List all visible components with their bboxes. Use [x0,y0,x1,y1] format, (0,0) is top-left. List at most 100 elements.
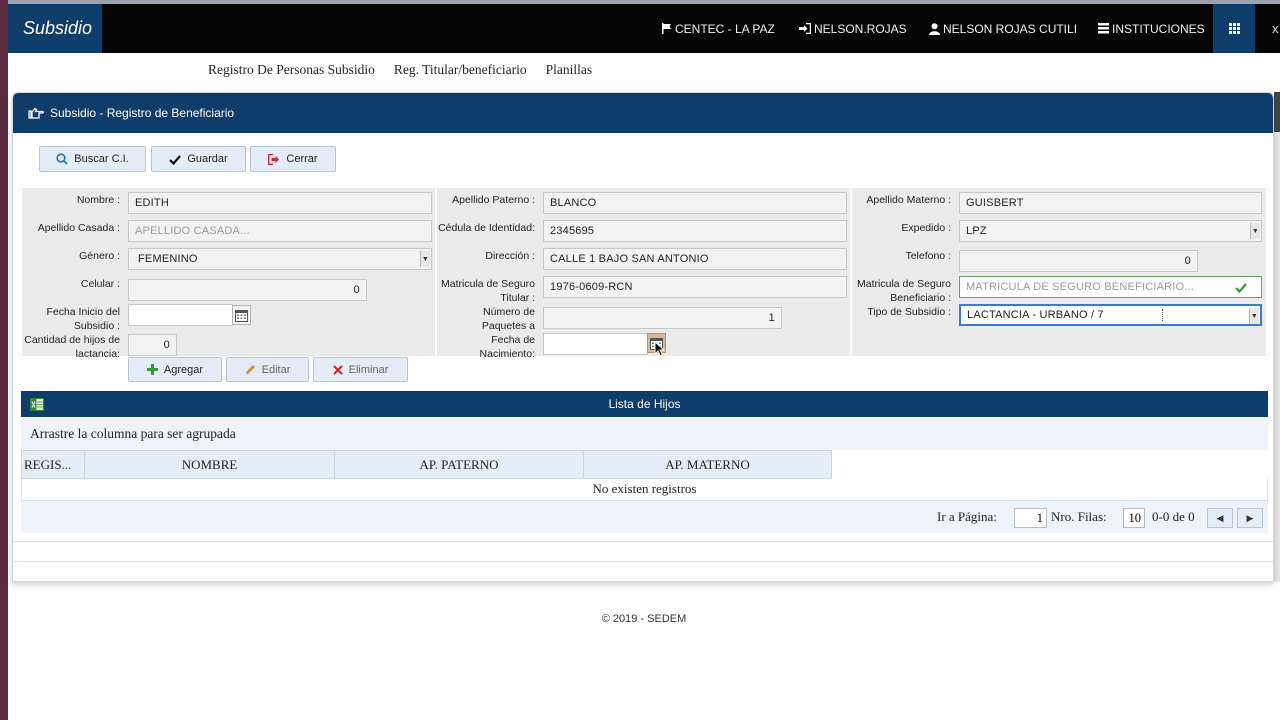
sign-in-icon [799,23,811,34]
caret-left-icon: ◀ [1216,512,1224,523]
add-child-button[interactable]: Agregar [128,357,222,382]
column-header-registro[interactable]: REGIS... [21,450,85,479]
matricula-beneficiario-field[interactable]: MATRICULA DE SEGURO BENEFICIARIO... [959,276,1262,298]
nav-fullname[interactable]: NELSON ROJAS CUTILI [929,4,1077,53]
pager-rows-label: Nro. Filas: [1051,509,1107,524]
panel-divider [13,541,1273,542]
genero-select[interactable]: FEMENINO ▼ [128,248,432,270]
matricula-beneficiario-label: Matricula de Seguro Beneficiario : [857,278,951,303]
grid-icon [1228,23,1240,34]
chevron-down-icon: ▼ [420,251,430,267]
panel-title: Subsidio - Registro de Beneficiario [50,106,235,120]
search-ci-button[interactable]: Buscar C.I. [39,146,146,172]
cantidad-hijos-label: Cantidad de hijos de lactancia: [24,334,120,360]
pager-rows-input[interactable]: 10 [1123,508,1145,528]
search-icon [56,153,68,165]
nav-location[interactable]: CENTEC - LA PAZ [662,4,775,53]
numero-paquetes-label: Número de Paquetes a [481,306,535,331]
grid-empty-message: No existen registros [592,481,697,496]
grid-header: Lista de Hijos [21,391,1268,417]
telefono-field[interactable]: 0 [959,250,1198,272]
submenu-reg-titular[interactable]: Reg. Titular/beneficiario [394,62,527,78]
pager-page-input[interactable]: 1 [1014,508,1047,528]
submenu-planillas[interactable]: Planillas [546,62,593,78]
nav-location-label: CENTEC - LA PAZ [675,21,775,36]
brand-logo[interactable]: Subsidio [8,4,102,53]
telefono-label: Telefono : [905,250,951,262]
nav-institutions[interactable]: INSTITUCIONES [1098,4,1205,53]
fecha-inicio-label: Fecha Inicio del Subsidio : [46,306,120,331]
save-label: Guardar [187,153,228,165]
nombre-field[interactable]: EDITH [128,192,432,214]
caret-right-icon: ▶ [1246,512,1254,523]
hand-point-icon [28,107,44,119]
cantidad-hijos-field[interactable]: 0 [128,334,177,356]
matricula-titular-label: Matricula de Seguro Titular : [441,278,535,303]
apellido-paterno-label: Apellido Paterno : [452,194,535,206]
pencil-icon [245,365,255,374]
sign-out-icon [268,153,280,165]
fecha-inicio-calendar-button[interactable] [232,305,251,325]
edit-child-button[interactable]: Editar [226,357,309,382]
delete-child-button[interactable]: Eliminar [313,357,408,382]
list-icon [1098,23,1109,34]
right-scrollbar[interactable] [1274,92,1280,582]
flag-icon [662,23,671,34]
top-navbar: Subsidio CENTEC - LA PAZ NELSON.ROJAS NE… [8,4,1280,53]
close-button[interactable]: Cerrar [250,146,336,172]
save-button[interactable]: Guardar [151,146,246,172]
expedido-value: LPZ [966,225,987,237]
close-label: Cerrar [286,153,318,165]
nombre-label: Nombre : [76,194,120,206]
apellido-materno-field[interactable]: GUISBERT [959,192,1262,214]
direccion-field[interactable]: CALLE 1 BAJO SAN ANTONIO [543,248,847,270]
matricula-titular-field[interactable]: 1976-0609-RCN [543,276,847,298]
chevron-down-icon: ▼ [1249,308,1259,324]
pager-prev-button[interactable]: ◀ [1207,508,1233,528]
column-header-ap-paterno[interactable]: AP. PATERNO [334,450,584,479]
cedula-label: Cédula de Identidad: [438,222,535,234]
panel-header: Subsidio - Registro de Beneficiario [13,93,1273,133]
genero-label: Género : [79,250,120,262]
grid-title: Lista de Hijos [608,397,681,411]
pager-range: 0-0 de 0 [1152,509,1195,524]
grid-group-hint: Arrastre la columna para ser agrupada [21,418,1268,450]
chevron-down-icon: ▼ [1250,223,1260,239]
tipo-subsidio-value: LACTANCIA - URBANO / 7 [967,309,1163,321]
page-footer: © 2019 - SEDEM [601,613,687,625]
submenu-registro-personas[interactable]: Registro De Personas Subsidio [208,62,375,78]
nav-fullname-label: NELSON ROJAS CUTILI [943,21,1078,36]
column-header-ap-materno[interactable]: AP. MATERNO [583,450,832,479]
column-header-nombre[interactable]: NOMBRE [84,450,335,479]
nav-close[interactable]: x [1272,4,1279,53]
genero-value: FEMENINO [138,253,198,265]
numero-paquetes-field[interactable]: 1 [543,307,782,329]
calendar-icon [235,309,248,322]
check-icon [169,154,182,165]
pager-next-button[interactable]: ▶ [1237,508,1263,528]
apellido-casada-label: Apellido Casada : [37,222,120,234]
check-icon [1235,283,1247,293]
tipo-subsidio-select[interactable]: LACTANCIA - URBANO / 7 ▼ [959,304,1262,326]
fecha-nacimiento-label: Fecha de Nacimiento: [479,334,535,360]
cedula-field[interactable]: 2345695 [543,220,847,242]
apellido-paterno-field[interactable]: BLANCO [543,192,847,214]
tipo-subsidio-label: Tipo de Subsidio : [867,306,951,318]
nav-institutions-label: INSTITUCIONES [1112,21,1205,36]
excel-icon[interactable] [30,398,44,411]
fecha-inicio-field[interactable] [128,304,233,326]
panel-divider-2 [13,561,1273,562]
pager-goto-label: Ir a Página: [937,509,997,524]
apps-grid-button[interactable] [1213,4,1255,53]
celular-field[interactable]: 0 [128,279,367,301]
expedido-select[interactable]: LPZ ▼ [959,220,1262,242]
celular-label: Celular : [80,278,120,290]
nav-username[interactable]: NELSON.ROJAS [799,4,907,53]
apellido-materno-label: Apellido Materno : [866,194,951,206]
nav-username-label: NELSON.ROJAS [814,21,907,36]
apellido-casada-field[interactable]: APELLIDO CASADA... [128,220,432,242]
delete-child-label: Eliminar [348,363,389,376]
fecha-nacimiento-field[interactable] [543,333,648,355]
sub-menu: Registro De Personas Subsidio Reg. Titul… [208,62,592,78]
matricula-beneficiario-placeholder: MATRICULA DE SEGURO BENEFICIARIO... [966,281,1195,293]
